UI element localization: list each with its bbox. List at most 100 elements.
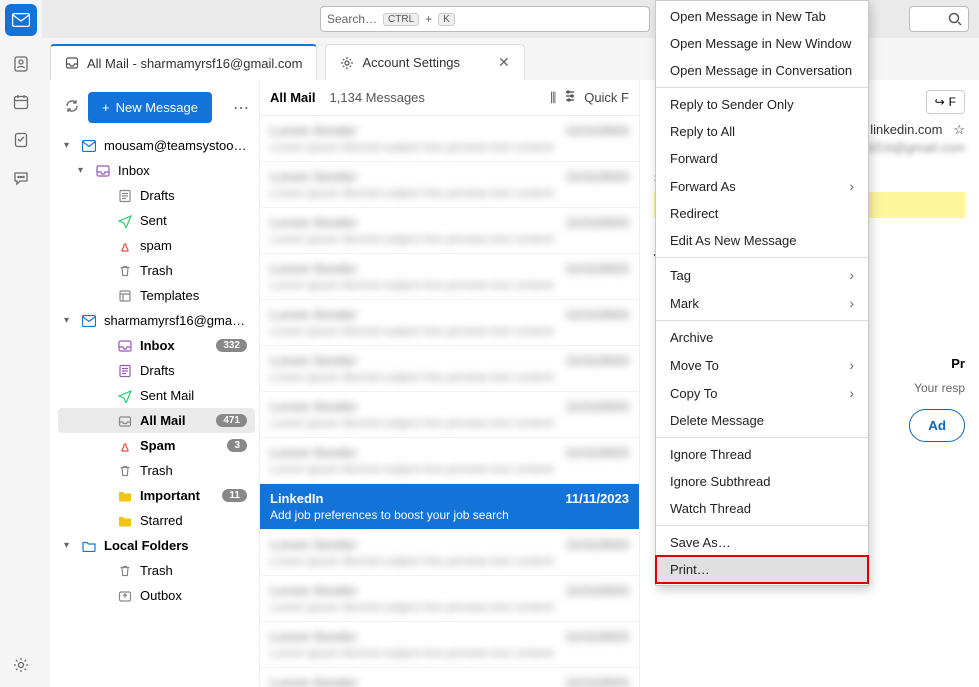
ctx-tag[interactable]: Tag› [656, 261, 868, 289]
message-row[interactable]: Lorem Sender11/11/2023Lorem ipsum blurre… [260, 622, 639, 668]
message-row[interactable]: Lorem Sender11/11/2023Lorem ipsum blurre… [260, 116, 639, 162]
message-row[interactable]: Lorem Sender11/11/2023Lorem ipsum blurre… [260, 392, 639, 438]
tasks-icon[interactable] [11, 130, 31, 150]
message-row[interactable]: Lorem Sender11/11/2023Lorem ipsum blurre… [260, 530, 639, 576]
folder-inbox-2[interactable]: Inbox332 [58, 333, 255, 358]
message-row[interactable]: Lorem Sender11/11/2023Lorem ipsum blurre… [260, 668, 639, 687]
local-trash[interactable]: Trash [58, 558, 255, 583]
quick-filter-label[interactable]: Quick F [584, 90, 629, 105]
new-message-button[interactable]: + New Message [88, 92, 212, 123]
more-icon[interactable]: ⋯ [233, 98, 249, 118]
ctx-ignore-thread[interactable]: Ignore Thread [656, 441, 868, 468]
new-message-label: New Message [116, 100, 198, 115]
message-row-selected[interactable]: LinkedIn11/11/2023Add job preferences to… [260, 484, 639, 530]
ctx-mark[interactable]: Mark› [656, 289, 868, 317]
list-count: 1,134 Messages [330, 90, 425, 105]
settings-icon[interactable] [11, 655, 31, 675]
ctx-edit-new[interactable]: Edit As New Message [656, 227, 868, 254]
message-row[interactable]: Lorem Sender11/11/2023Lorem ipsum blurre… [260, 300, 639, 346]
kbd-k: K [438, 13, 455, 26]
ctx-watch-thread[interactable]: Watch Thread [656, 495, 868, 522]
ctx-copy[interactable]: Copy To› [656, 379, 868, 407]
account-2[interactable]: ▾sharmamyrsf16@gmail.c… [58, 308, 255, 333]
inbox-icon [65, 56, 79, 70]
local-folders[interactable]: ▾Local Folders [58, 533, 255, 558]
folder-templates[interactable]: Templates [58, 283, 255, 308]
left-rail [0, 0, 42, 687]
mail-app-icon[interactable] [5, 4, 37, 36]
message-list-header: All Mail 1,134 Messages ⫼ Quick F [260, 80, 639, 116]
ctx-reply-sender[interactable]: Reply to Sender Only [656, 91, 868, 118]
refresh-icon[interactable] [64, 98, 80, 117]
folder-sent-2[interactable]: Sent Mail [58, 383, 255, 408]
tab-label: Account Settings [362, 55, 460, 70]
ctx-save-as[interactable]: Save As… [656, 529, 868, 556]
folder-all-mail[interactable]: All Mail471 [58, 408, 255, 433]
address-book-icon[interactable] [11, 54, 31, 74]
folder-drafts[interactable]: Drafts [58, 183, 255, 208]
ctx-delete[interactable]: Delete Message [656, 407, 868, 434]
ctx-reply-all[interactable]: Reply to All [656, 118, 868, 145]
chevron-right-icon: › [849, 267, 854, 283]
close-icon[interactable]: ✕ [498, 54, 510, 71]
folder-trash[interactable]: Trash [58, 258, 255, 283]
tab-all-mail[interactable]: All Mail - sharmamyrsf16@gmail.com [50, 44, 317, 80]
ctx-forward-as[interactable]: Forward As› [656, 172, 868, 200]
list-title: All Mail [270, 90, 316, 105]
chevron-right-icon: › [849, 295, 854, 311]
search-icon [948, 12, 962, 26]
tab-bar: All Mail - sharmamyrsf16@gmail.com Accou… [50, 44, 525, 80]
gear-icon [340, 56, 354, 70]
filter-icon[interactable] [564, 90, 576, 105]
badge: 11 [222, 489, 247, 502]
message-row[interactable]: Lorem Sender11/11/2023Lorem ipsum blurre… [260, 208, 639, 254]
folder-trash-2[interactable]: Trash [58, 458, 255, 483]
chat-icon[interactable] [11, 168, 31, 188]
ctx-forward[interactable]: Forward [656, 145, 868, 172]
ctx-redirect[interactable]: Redirect [656, 200, 868, 227]
ctx-open-window[interactable]: Open Message in New Window [656, 30, 868, 57]
chevron-right-icon: › [849, 385, 854, 401]
calendar-icon[interactable] [11, 92, 31, 112]
chevron-right-icon: › [849, 357, 854, 373]
message-row[interactable]: Lorem Sender11/11/2023Lorem ipsum blurre… [260, 346, 639, 392]
local-outbox[interactable]: Outbox [58, 583, 255, 608]
folder-drafts-2[interactable]: Drafts [58, 358, 255, 383]
folder-starred[interactable]: Starred [58, 508, 255, 533]
folder-sent[interactable]: Sent [58, 208, 255, 233]
folder-spam-2[interactable]: Spam3 [58, 433, 255, 458]
search-right-box[interactable] [909, 6, 969, 32]
ctx-open-tab[interactable]: Open Message in New Tab [656, 3, 868, 30]
ctx-move[interactable]: Move To› [656, 351, 868, 379]
folder-spam[interactable]: spam [58, 233, 255, 258]
star-icon[interactable]: ☆ [953, 122, 965, 137]
tab-label: All Mail - sharmamyrsf16@gmail.com [87, 56, 302, 71]
message-row[interactable]: Lorem Sender11/11/2023Lorem ipsum blurre… [260, 254, 639, 300]
message-context-menu: Open Message in New Tab Open Message in … [655, 0, 869, 586]
message-list-pane: All Mail 1,134 Messages ⫼ Quick F Lorem … [260, 80, 640, 687]
message-row[interactable]: Lorem Sender11/11/2023Lorem ipsum blurre… [260, 576, 639, 622]
badge: 3 [227, 439, 247, 452]
display-toggle-icon[interactable]: ⫼ [550, 90, 556, 106]
message-list[interactable]: Lorem Sender11/11/2023Lorem ipsum blurre… [260, 116, 639, 687]
ctx-archive[interactable]: Archive [656, 324, 868, 351]
search-placeholder: Search… [327, 12, 377, 26]
badge: 332 [216, 339, 247, 352]
folder-pane: + New Message ⋯ ▾mousam@teamsystools.c… … [50, 80, 260, 687]
message-row[interactable]: Lorem Sender11/11/2023Lorem ipsum blurre… [260, 162, 639, 208]
kbd-plus: + [425, 12, 432, 26]
tab-account-settings[interactable]: Account Settings ✕ [325, 44, 524, 80]
badge: 471 [216, 414, 247, 427]
ctx-print[interactable]: Print… [656, 556, 868, 583]
cta-button[interactable]: Ad [909, 409, 965, 442]
ctx-open-conversation[interactable]: Open Message in Conversation [656, 57, 868, 84]
ctx-ignore-subthread[interactable]: Ignore Subthread [656, 468, 868, 495]
folder-inbox[interactable]: ▾Inbox [58, 158, 255, 183]
account-1[interactable]: ▾mousam@teamsystools.c… [58, 133, 255, 158]
folder-important[interactable]: Important11 [58, 483, 255, 508]
forward-button[interactable]: ↪ F [926, 90, 965, 114]
message-row[interactable]: Lorem Sender11/11/2023Lorem ipsum blurre… [260, 438, 639, 484]
kbd-ctrl: CTRL [383, 13, 419, 26]
plus-icon: + [102, 100, 110, 115]
global-search-input[interactable]: Search… CTRL + K [320, 6, 650, 32]
